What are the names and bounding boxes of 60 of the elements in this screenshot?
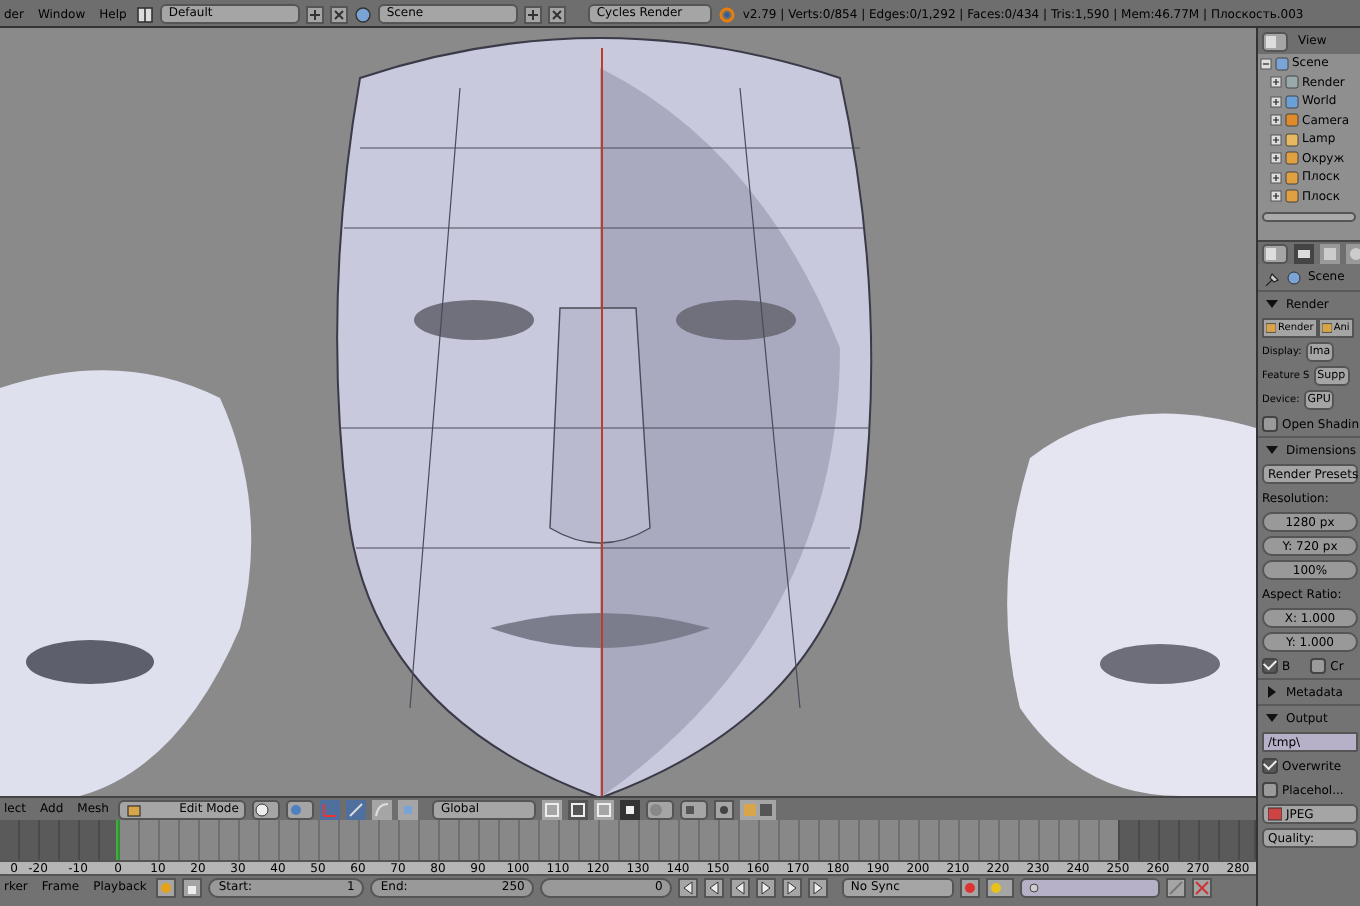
play-icon[interactable] [756, 877, 777, 897]
scene-icon [1286, 269, 1302, 285]
render-icon [1266, 320, 1276, 336]
editor-type-icon[interactable] [1262, 31, 1288, 51]
expand-icon[interactable] [1270, 95, 1282, 108]
render-preview-icon[interactable] [714, 799, 735, 819]
mode-icon [126, 801, 143, 817]
keyframe-next-icon[interactable] [782, 877, 803, 897]
add-icon[interactable] [306, 5, 325, 23]
play-reverse-icon[interactable] [730, 877, 751, 897]
keyframe-back-icon[interactable] [704, 877, 725, 897]
pivot-icon[interactable] [286, 799, 315, 819]
expand-icon[interactable] [1270, 114, 1282, 127]
vertex-select-icon[interactable] [542, 799, 563, 819]
rotate-icon[interactable] [372, 799, 393, 819]
add-icon[interactable] [524, 5, 543, 23]
collapse-arrow-icon[interactable] [1264, 442, 1280, 458]
camera-icon[interactable] [740, 799, 777, 819]
snap-icon[interactable] [680, 799, 709, 819]
editor-type-icon[interactable] [136, 5, 155, 23]
checkbox[interactable] [1310, 658, 1327, 674]
move-icon[interactable] [346, 799, 367, 819]
collapse-icon[interactable] [1260, 57, 1272, 70]
checkbox[interactable] [1262, 782, 1278, 798]
render-tab-icon[interactable] [1294, 243, 1314, 263]
expand-icon[interactable] [1270, 152, 1282, 165]
face-select-icon[interactable] [594, 799, 615, 819]
keying-icon[interactable] [986, 877, 1015, 897]
checkbox[interactable] [1262, 416, 1278, 432]
jump-end-icon[interactable] [808, 877, 829, 897]
checkbox[interactable] [1262, 658, 1278, 674]
render-layers-tab-icon[interactable] [1320, 243, 1340, 263]
image-icon [1268, 806, 1282, 822]
blender-logo-icon [718, 5, 737, 23]
collapse-arrow-icon[interactable] [1264, 710, 1280, 726]
edge-select-icon[interactable] [568, 799, 589, 819]
delete-keyframe-icon[interactable] [1192, 877, 1213, 897]
expand-icon[interactable] [1270, 133, 1282, 146]
expand-icon[interactable] [1270, 76, 1282, 89]
checkbox[interactable] [1262, 758, 1278, 774]
scrollbar[interactable] [1262, 212, 1356, 222]
keying-set-field[interactable] [1020, 877, 1161, 897]
lock-icon[interactable] [182, 877, 203, 897]
scene-icon[interactable] [354, 5, 373, 23]
close-icon[interactable] [330, 5, 349, 23]
occlude-icon[interactable] [620, 799, 641, 819]
collapse-arrow-icon[interactable] [1264, 296, 1280, 312]
editor-type-icon[interactable] [1262, 243, 1288, 263]
expand-arrow-icon[interactable] [1264, 684, 1280, 700]
record-icon[interactable] [960, 877, 981, 897]
jump-start-icon[interactable] [678, 877, 699, 897]
close-icon[interactable] [548, 5, 567, 23]
key-icon [1028, 879, 1045, 895]
pin-icon[interactable] [1264, 269, 1280, 285]
scene-tab-icon[interactable] [1346, 243, 1360, 263]
expand-icon[interactable] [1270, 171, 1282, 184]
expand-icon[interactable] [1270, 190, 1282, 203]
shading-icon[interactable] [252, 799, 281, 819]
preview-range-icon[interactable] [156, 877, 177, 897]
insert-keyframe-icon[interactable] [1166, 877, 1187, 897]
